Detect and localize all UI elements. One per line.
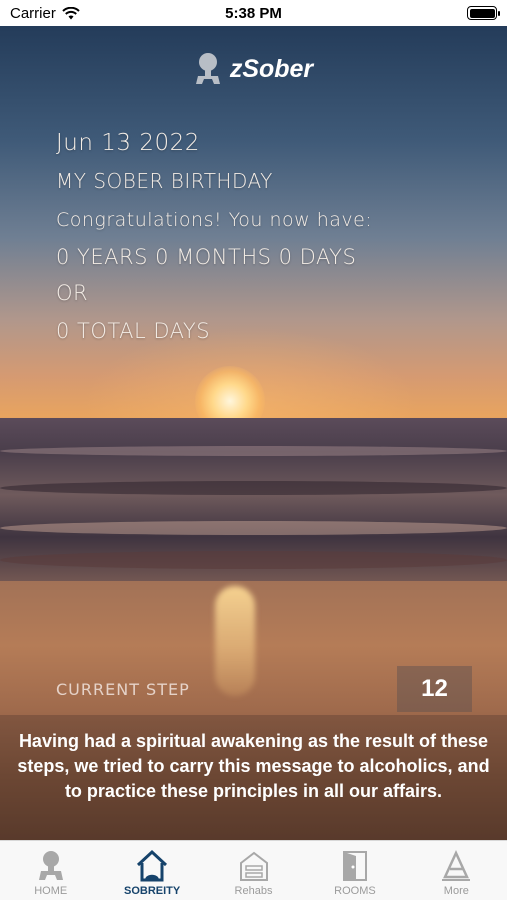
app-name: zSober bbox=[229, 54, 314, 83]
app-header: zSober bbox=[0, 52, 507, 86]
sober-date[interactable]: Jun 13 2022 bbox=[56, 130, 372, 156]
door-icon bbox=[342, 851, 367, 881]
current-step-label: CURRENT STEP bbox=[56, 680, 190, 699]
total-days-text: 0 TOTAL DAYS bbox=[56, 319, 211, 343]
tab-sobriety[interactable]: SOBREITY bbox=[101, 841, 202, 900]
status-bar: Carrier 5:38 PM bbox=[0, 0, 507, 26]
status-left: Carrier bbox=[10, 5, 80, 22]
battery-icon bbox=[467, 6, 500, 20]
building-icon bbox=[239, 851, 268, 881]
current-step-number[interactable]: 12 bbox=[397, 666, 472, 712]
or-label: OR bbox=[56, 281, 89, 305]
tab-sobriety-label: SOBREITY bbox=[123, 885, 181, 897]
sober-birthday-heading: MY SOBER BIRTHDAY bbox=[56, 169, 273, 193]
tab-rehabs[interactable]: Rehabs bbox=[203, 841, 304, 900]
current-step-row: CURRENT STEP 12 bbox=[0, 662, 507, 712]
duration-text: 0 YEARS 0 MONTHS 0 DAYS bbox=[56, 245, 357, 269]
tab-bar: HOME SOBREITY Rehabs ROOMS More bbox=[0, 840, 507, 900]
sobriety-info: Jun 13 2022 MY SOBER BIRTHDAY Congratula… bbox=[56, 130, 372, 343]
tab-rehabs-label: Rehabs bbox=[234, 885, 273, 897]
person-icon bbox=[38, 851, 63, 880]
logo-icon bbox=[195, 53, 220, 84]
tab-home[interactable]: HOME bbox=[0, 841, 101, 900]
tab-rooms-label: ROOMS bbox=[334, 885, 376, 897]
tab-more[interactable]: More bbox=[406, 841, 507, 900]
tab-home-label: HOME bbox=[34, 885, 68, 897]
step-description: Having had a spiritual awakening as the … bbox=[0, 715, 507, 840]
more-icon bbox=[442, 849, 471, 881]
house-icon bbox=[137, 849, 168, 882]
tab-rooms[interactable]: ROOMS bbox=[304, 841, 405, 900]
congrats-text: Congratulations! You now have: bbox=[56, 209, 373, 231]
tab-more-label: More bbox=[443, 885, 469, 897]
carrier-label: Carrier bbox=[10, 4, 56, 22]
wifi-icon bbox=[62, 6, 80, 19]
